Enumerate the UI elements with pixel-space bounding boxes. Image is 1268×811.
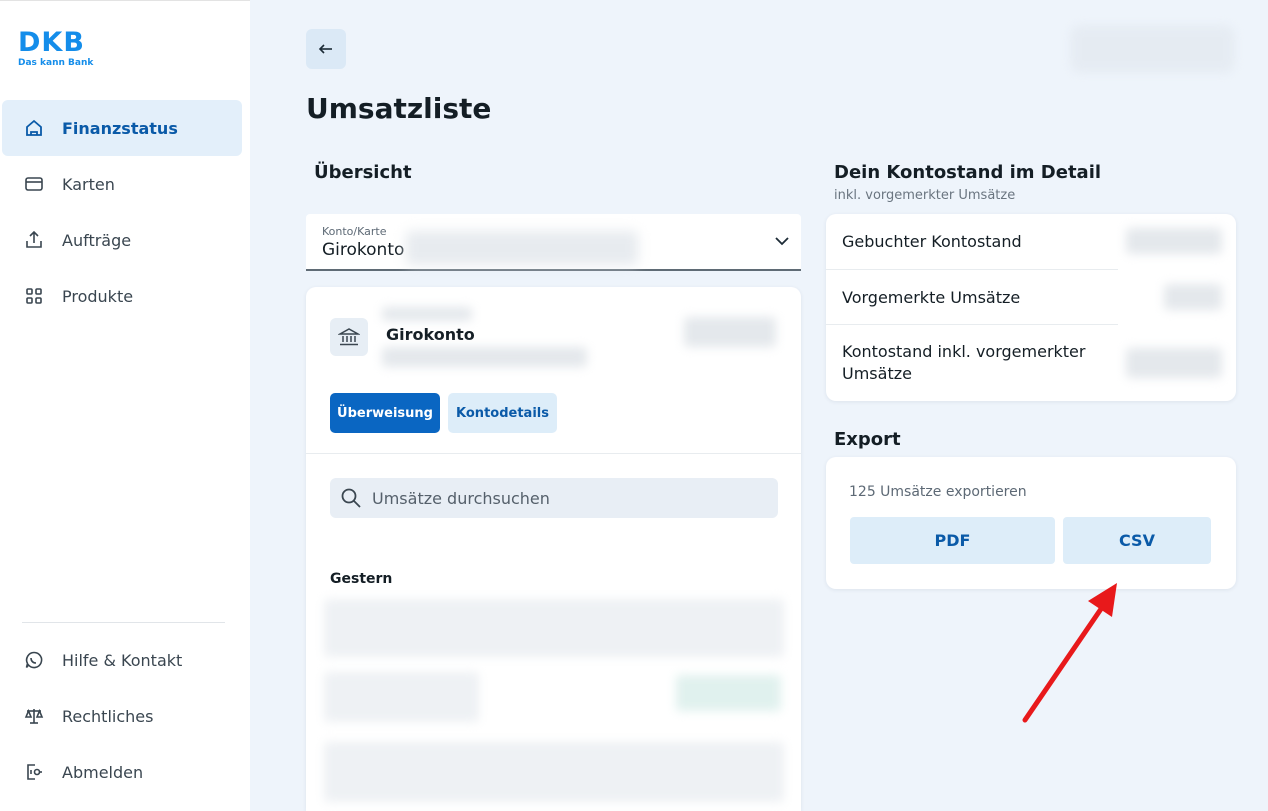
sidebar-item-label: Finanzstatus bbox=[62, 118, 178, 138]
redacted-transaction[interactable] bbox=[324, 742, 784, 802]
sidebar-item-label: Abmelden bbox=[62, 762, 144, 782]
bank-icon bbox=[330, 318, 368, 356]
search-icon bbox=[341, 488, 361, 508]
sidebar-item-label: Produkte bbox=[62, 286, 134, 306]
export-heading: Export bbox=[834, 429, 901, 450]
arrow-left-icon bbox=[318, 44, 332, 54]
sidebar: DKB Das kann Bank Finanzstatus Karten Au… bbox=[0, 0, 250, 811]
redacted-balance bbox=[684, 317, 776, 347]
sidebar-item-abmelden[interactable]: Abmelden bbox=[2, 744, 242, 800]
redacted-iban bbox=[382, 347, 587, 367]
back-button[interactable] bbox=[306, 29, 346, 69]
sidebar-item-label: Rechtliches bbox=[62, 706, 154, 726]
redacted-text bbox=[382, 307, 472, 321]
account-card: Girokonto Überweisung Kontodetails Geste… bbox=[306, 287, 801, 811]
page-title: Umsatzliste bbox=[306, 92, 492, 125]
logo-tagline: Das kann Bank bbox=[18, 58, 94, 68]
sidebar-item-auftraege[interactable]: Aufträge bbox=[2, 212, 242, 268]
balance-row-pending: Vorgemerkte Umsätze bbox=[826, 270, 1118, 325]
sidebar-item-karten[interactable]: Karten bbox=[2, 156, 242, 212]
balance-row-label: Kontostand inkl. vorgemerkter Umsätze bbox=[842, 342, 1086, 383]
chevron-down-icon bbox=[775, 237, 789, 246]
export-count: 125 Umsätze exportieren bbox=[849, 484, 1027, 500]
dkb-logo[interactable]: DKB Das kann Bank bbox=[18, 29, 93, 68]
balance-card: Gebuchter Kontostand Vorgemerkte Umsätze… bbox=[826, 214, 1236, 401]
sidebar-item-label: Karten bbox=[62, 174, 115, 194]
sidebar-item-produkte[interactable]: Produkte bbox=[2, 268, 242, 324]
redacted-transaction[interactable] bbox=[324, 672, 479, 722]
home-icon bbox=[23, 117, 45, 139]
search-input[interactable] bbox=[372, 488, 752, 508]
account-name: Girokonto bbox=[386, 325, 475, 344]
transactions-group-heading: Gestern bbox=[330, 571, 393, 587]
user-menu[interactable] bbox=[1070, 25, 1235, 73]
transfer-button[interactable]: Überweisung bbox=[330, 393, 440, 433]
account-details-button[interactable]: Kontodetails bbox=[448, 393, 557, 433]
account-select-label: Konto/Karte bbox=[322, 225, 387, 238]
sidebar-item-label: Aufträge bbox=[62, 230, 132, 250]
search-box[interactable] bbox=[330, 478, 778, 518]
sidebar-item-finanzstatus[interactable]: Finanzstatus bbox=[2, 100, 242, 156]
redacted-amount bbox=[1164, 284, 1222, 310]
export-card: 125 Umsätze exportieren PDF CSV bbox=[826, 457, 1236, 589]
sidebar-item-rechtliches[interactable]: Rechtliches bbox=[2, 688, 242, 744]
redacted-amount bbox=[1126, 348, 1222, 378]
grid-icon bbox=[23, 285, 45, 307]
balance-subheading: inkl. vorgemerkter Umsätze bbox=[834, 188, 1016, 203]
redacted-transaction[interactable] bbox=[324, 599, 784, 657]
balance-row-label: Vorgemerkte Umsätze bbox=[842, 287, 1021, 307]
balance-row-label: Gebuchter Kontostand bbox=[842, 232, 1022, 251]
redacted-amount bbox=[676, 675, 781, 711]
sidebar-item-label: Hilfe & Kontakt bbox=[62, 650, 183, 670]
upload-icon bbox=[23, 229, 45, 251]
logo-wordmark: DKB bbox=[18, 27, 85, 58]
logout-icon bbox=[23, 761, 45, 783]
redacted-amount bbox=[1126, 228, 1222, 254]
export-pdf-button[interactable]: PDF bbox=[850, 517, 1055, 564]
export-csv-button[interactable]: CSV bbox=[1063, 517, 1211, 564]
balance-row-total: Kontostand inkl. vorgemerkter Umsätze bbox=[826, 325, 1118, 401]
account-select[interactable]: Konto/Karte Girokonto bbox=[306, 214, 801, 271]
scale-icon bbox=[23, 705, 45, 727]
overview-heading: Übersicht bbox=[314, 162, 412, 183]
chat-icon bbox=[23, 649, 45, 671]
divider bbox=[306, 453, 801, 454]
balance-heading: Dein Kontostand im Detail bbox=[834, 162, 1102, 183]
sidebar-item-hilfe-kontakt[interactable]: Hilfe & Kontakt bbox=[2, 632, 242, 688]
account-select-value: Girokonto bbox=[322, 240, 405, 260]
balance-row-booked: Gebuchter Kontostand bbox=[826, 214, 1118, 270]
sidebar-divider bbox=[22, 622, 225, 623]
card-icon bbox=[23, 173, 45, 195]
redacted-iban bbox=[406, 231, 638, 265]
